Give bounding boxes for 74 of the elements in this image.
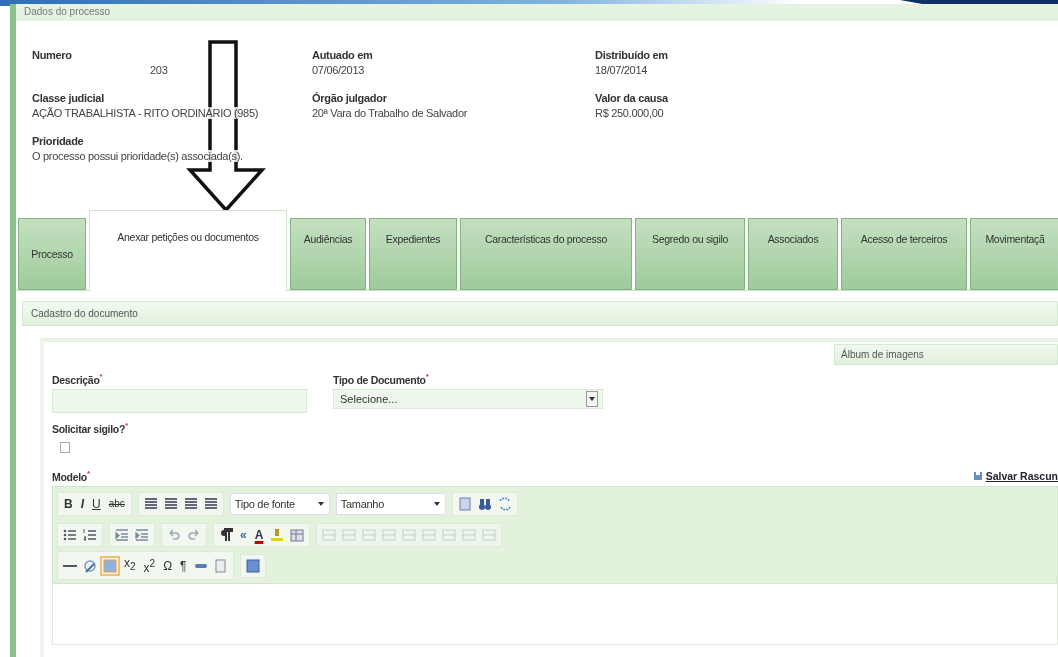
special-character-button[interactable]: Ω: [161, 557, 175, 574]
tab[interactable]: Audiências: [290, 218, 366, 290]
table-icon[interactable]: [289, 526, 306, 543]
field-label: Numero: [32, 49, 72, 61]
tab[interactable]: Características do processo: [460, 218, 632, 290]
text-color-button[interactable]: A: [252, 526, 266, 543]
field-label: Prioridade: [32, 135, 84, 147]
album-header: Álbum de imagens: [834, 344, 1058, 365]
subscript-button[interactable]: x$_{2}$: [122, 555, 138, 576]
table-tool-icon[interactable]: [341, 526, 358, 543]
table-tool-icon[interactable]: [441, 526, 458, 543]
document-type-select[interactable]: Selecione...: [333, 388, 603, 409]
tab[interactable]: Movimentaçã: [970, 218, 1058, 290]
outdent-icon[interactable]: [114, 526, 130, 543]
field-label: Autuado em: [312, 49, 373, 61]
size-select[interactable]: Tamanho: [335, 492, 446, 515]
align-icon[interactable]: [182, 495, 199, 512]
tab[interactable]: Associados: [748, 218, 838, 290]
table-tool-icon[interactable]: [361, 526, 378, 543]
table-tool-icon[interactable]: [321, 526, 338, 543]
align-icon[interactable]: [202, 495, 219, 512]
field-value: AÇÃO TRABALHISTA - RITO ORDINÁRIO (985): [32, 107, 259, 119]
tab[interactable]: Expedientes: [369, 218, 457, 290]
blockquote-button[interactable]: «: [238, 526, 249, 543]
bold-button[interactable]: B: [62, 495, 75, 512]
table-tool-icon[interactable]: [421, 526, 438, 543]
caret-icon: [432, 499, 441, 508]
field-value: 20ª Vara do Trabalho de Salvador: [312, 107, 468, 119]
tab[interactable]: Processo: [18, 218, 86, 290]
field-label: Descrição$^{*}$: [52, 372, 104, 386]
field-label: Distribuído em: [595, 49, 668, 61]
align-icon[interactable]: [142, 495, 159, 512]
description-field[interactable]: [52, 388, 307, 413]
caret-icon: [588, 394, 596, 403]
tab[interactable]: Acesso de terceiros: [841, 218, 967, 290]
table-tool-icon[interactable]: [401, 526, 418, 543]
field-label: Modelo$^{*}$: [52, 469, 90, 483]
field-label: Órgão julgador: [312, 92, 387, 104]
tab[interactable]: Anexar petições ou documentos: [89, 210, 287, 291]
field-value: R$ 250.000,00: [595, 107, 664, 119]
indent-icon[interactable]: [134, 526, 150, 543]
paragraph-mark-button[interactable]: ¶: [178, 557, 189, 574]
highlighter-icon[interactable]: [269, 526, 286, 543]
underline-button[interactable]: U: [90, 495, 103, 512]
undo-icon[interactable]: [166, 526, 182, 543]
document-icon[interactable]: [212, 557, 229, 574]
field-label: Valor da causa: [595, 92, 668, 104]
field-value: 18/07/2014: [595, 64, 648, 76]
field-label: Classe judicial: [32, 92, 104, 104]
save-draft-link[interactable]: Salvar Rascun: [972, 469, 1058, 482]
table-tool-icon[interactable]: [481, 526, 498, 543]
align-icon[interactable]: [162, 495, 179, 512]
secret-checkbox[interactable]: [60, 442, 70, 453]
table-tool-icon[interactable]: [381, 526, 398, 543]
superscript-button[interactable]: x$^{2}$: [141, 555, 158, 576]
font-select[interactable]: Tipo de fonte: [229, 492, 330, 515]
field-label: Tipo de Documento$^{*}$: [333, 372, 430, 386]
section-header: Dados do processo: [16, 4, 1058, 21]
field-label: Solicitar sigilo?$^{*}$: [52, 420, 128, 434]
field-value: O processo possui prioridade(s) associada(s).: [32, 150, 243, 162]
strikethrough-button[interactable]: abc: [106, 495, 127, 512]
caret-icon: [316, 499, 325, 508]
numbered-list-icon[interactable]: [82, 526, 98, 543]
tab[interactable]: Segredo ou sigilo: [635, 218, 745, 290]
italic-button[interactable]: I: [78, 495, 86, 512]
field-value: 203: [150, 64, 168, 76]
table-tool-icon[interactable]: [461, 526, 478, 543]
floppy-icon: [972, 470, 983, 481]
eraser-icon[interactable]: [82, 557, 98, 574]
redo-icon[interactable]: [186, 526, 202, 543]
paragraph-icon[interactable]: [218, 526, 234, 543]
panel-header: Cadastro do documento: [22, 301, 1058, 326]
editor-area[interactable]: [52, 583, 1058, 645]
field-value: 07/06/2013: [312, 64, 365, 76]
